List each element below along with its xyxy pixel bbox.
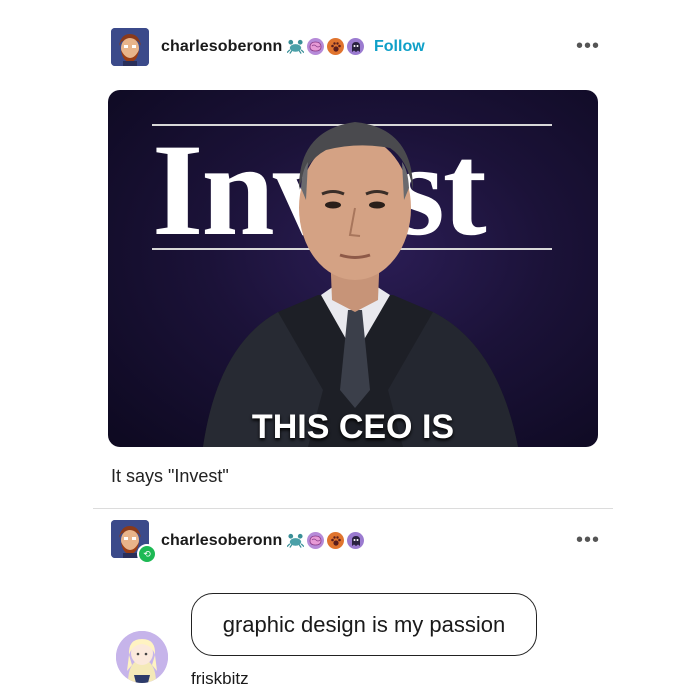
more-options-icon[interactable]: ••• bbox=[576, 36, 600, 56]
commenter-avatar-image bbox=[116, 631, 168, 683]
ghost-badge-icon bbox=[347, 532, 364, 549]
avatar-image bbox=[111, 28, 149, 66]
brain-badge-icon bbox=[307, 38, 324, 55]
ghost-badge-icon bbox=[347, 38, 364, 55]
image-caption: THIS CEO IS bbox=[251, 408, 455, 446]
post-header: charlesoberonn Follow ••• bbox=[111, 28, 601, 66]
post-image[interactable]: Invest THIS CEO IS bbox=[108, 90, 598, 447]
reblog-more-options-icon[interactable]: ••• bbox=[576, 530, 600, 550]
commenter-username[interactable]: friskbitz bbox=[191, 669, 249, 689]
comment-text: graphic design is my passion bbox=[222, 611, 506, 637]
crab-badge-icon bbox=[287, 38, 304, 55]
author-badges bbox=[287, 38, 364, 55]
author-username[interactable]: charlesoberonn bbox=[161, 38, 282, 56]
reblog-header: ⟲ charlesoberonn ••• bbox=[111, 520, 601, 564]
commenter-avatar[interactable] bbox=[116, 631, 168, 683]
reblog-author-username[interactable]: charlesoberonn bbox=[161, 532, 282, 550]
post-text: It says "Invest" bbox=[111, 466, 229, 486]
paw-badge-icon bbox=[327, 532, 344, 549]
brain-badge-icon bbox=[307, 532, 324, 549]
crab-badge-icon bbox=[287, 532, 304, 549]
paw-badge-icon bbox=[327, 38, 344, 55]
reblog-icon: ⟲ bbox=[137, 544, 157, 564]
reblog-divider bbox=[93, 508, 613, 509]
reblog-author-badges bbox=[287, 532, 364, 549]
comment-bubble: graphic design is my passion bbox=[191, 593, 537, 656]
author-avatar[interactable] bbox=[111, 28, 149, 66]
follow-button[interactable]: Follow bbox=[374, 38, 425, 56]
ceo-portrait-illustration bbox=[203, 122, 518, 447]
